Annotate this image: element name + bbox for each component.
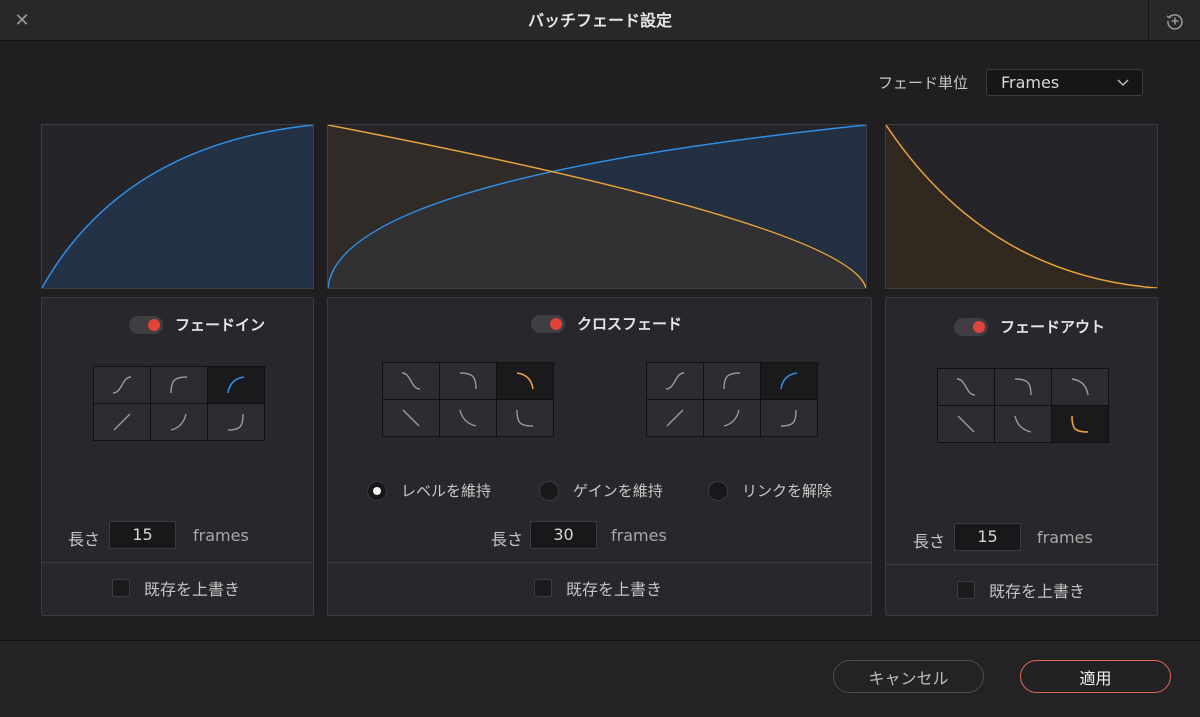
fade-in-overwrite-label: 既存を上書き [144, 580, 241, 599]
crossfade-length-label: 長さ [491, 530, 524, 549]
fade-out-curve-grid [937, 368, 1109, 443]
curve-exp-sharp-down-icon[interactable] [497, 400, 553, 436]
curve-exp-sharp-down-icon[interactable] [1052, 406, 1108, 442]
curve-exp-sharp-up-icon[interactable] [761, 400, 817, 436]
curve-log-down-icon[interactable] [1052, 369, 1108, 405]
curve-exp-sharp-up-icon[interactable] [208, 404, 264, 440]
curve-ease-up-icon[interactable] [704, 363, 760, 399]
mode-keep-level[interactable]: レベルを維持 [367, 480, 491, 501]
divider [328, 562, 871, 563]
mode-keep-level-radio[interactable] [367, 480, 387, 501]
cancel-button[interactable]: キャンセル [833, 660, 984, 693]
fade-in-overwrite-checkbox[interactable] [112, 579, 130, 597]
crossfade-length-unit: frames [611, 526, 667, 545]
fade-unit-select[interactable]: Frames [986, 69, 1143, 96]
fade-in-label: フェードイン [175, 316, 266, 334]
crossfade-length-input[interactable]: 30 [530, 521, 597, 549]
title-bar: ✕ バッチフェード設定 [0, 0, 1200, 41]
fade-in-length-label: 長さ [68, 530, 101, 549]
crossfade-label: クロスフェード [577, 315, 683, 333]
curve-ease-down-icon[interactable] [995, 369, 1051, 405]
fade-out-panel [885, 297, 1158, 616]
crossfade-toggle[interactable] [531, 314, 565, 333]
curve-linear-down-icon[interactable] [383, 400, 439, 436]
chevron-down-icon [1117, 79, 1129, 87]
fade-out-label: フェードアウト [1000, 318, 1106, 336]
mode-keep-gain[interactable]: ゲインを維持 [539, 480, 663, 501]
fade-in-curve-grid [93, 366, 265, 441]
crossfade-in-curve-grid [646, 362, 818, 437]
fade-out-length-label: 長さ [913, 532, 946, 551]
curve-log-up-icon[interactable] [208, 367, 264, 403]
curve-s-up-icon[interactable] [94, 367, 150, 403]
mode-unlink-radio[interactable] [708, 480, 728, 501]
window-title: バッチフェード設定 [527, 11, 672, 30]
curve-ease-up-icon[interactable] [151, 367, 207, 403]
fade-out-toggle[interactable] [954, 317, 988, 336]
crossfade-panel [327, 297, 872, 616]
fade-in-toggle[interactable] [129, 315, 163, 334]
fade-out-overwrite[interactable]: 既存を上書き [957, 578, 1085, 602]
curve-s-up-icon[interactable] [647, 363, 703, 399]
curve-s-down-icon[interactable] [938, 369, 994, 405]
apply-button[interactable]: 適用 [1020, 660, 1171, 693]
crossfade-toggle-row: クロスフェード [531, 313, 682, 334]
fade-in-length-unit: frames [193, 526, 249, 545]
fade-in-graph [41, 124, 314, 289]
fade-in-overwrite[interactable]: 既存を上書き [112, 576, 240, 600]
crossfade-graph [327, 124, 867, 289]
fade-out-length-input[interactable]: 15 [954, 523, 1021, 551]
fade-out-toggle-row: フェードアウト [954, 316, 1105, 337]
fade-out-length-unit: frames [1037, 528, 1093, 547]
fade-in-panel [41, 297, 314, 616]
crossfade-overwrite-checkbox[interactable] [534, 579, 552, 597]
mode-keep-gain-radio[interactable] [539, 480, 559, 501]
mode-unlink-label: リンクを解除 [742, 482, 833, 500]
mode-unlink[interactable]: リンクを解除 [708, 480, 832, 501]
fade-unit-label: フェード単位 [878, 74, 969, 92]
curve-exp-down-icon[interactable] [995, 406, 1051, 442]
curve-s-down-icon[interactable] [383, 363, 439, 399]
reset-icon[interactable] [1148, 0, 1200, 41]
crossfade-overwrite[interactable]: 既存を上書き [534, 576, 662, 600]
fade-in-toggle-row: フェードイン [129, 314, 265, 335]
fade-out-overwrite-checkbox[interactable] [957, 581, 975, 599]
fade-in-length-input[interactable]: 15 [109, 521, 176, 549]
divider [886, 564, 1157, 565]
curve-log-up-icon[interactable] [761, 363, 817, 399]
curve-exp-down-icon[interactable] [440, 400, 496, 436]
mode-keep-level-label: レベルを維持 [401, 482, 492, 500]
crossfade-overwrite-label: 既存を上書き [566, 580, 663, 599]
curve-exp-up-icon[interactable] [151, 404, 207, 440]
curve-ease-down-icon[interactable] [440, 363, 496, 399]
mode-keep-gain-label: ゲインを維持 [573, 482, 663, 500]
fade-unit-value: Frames [1001, 73, 1060, 92]
fade-out-overwrite-label: 既存を上書き [989, 582, 1086, 601]
crossfade-out-curve-grid [382, 362, 554, 437]
curve-linear-down-icon[interactable] [938, 406, 994, 442]
curve-log-down-icon[interactable] [497, 363, 553, 399]
divider [42, 562, 313, 563]
curve-linear-up-icon[interactable] [647, 400, 703, 436]
fade-out-graph [885, 124, 1158, 289]
curve-exp-up-icon[interactable] [704, 400, 760, 436]
curve-linear-up-icon[interactable] [94, 404, 150, 440]
